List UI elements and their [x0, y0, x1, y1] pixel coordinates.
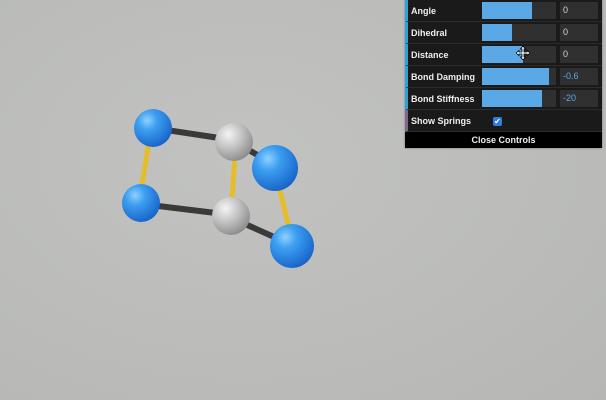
check-icon: ✔: [494, 117, 501, 126]
angle-slider[interactable]: [482, 2, 556, 19]
atom-gray[interactable]: [212, 197, 250, 235]
control-row-bond-damping: Bond Damping -0.6: [405, 66, 602, 88]
slider-fill: [482, 2, 533, 19]
atom-blue[interactable]: [134, 109, 172, 147]
slider-fill: [482, 68, 550, 85]
control-row-distance: Distance 0: [405, 44, 602, 66]
control-label: Show Springs: [411, 116, 472, 126]
close-controls-button[interactable]: Close Controls: [405, 132, 602, 148]
slider-fill: [482, 90, 542, 107]
bond-damping-input[interactable]: -0.6: [560, 68, 598, 85]
bond-damping-slider[interactable]: [482, 68, 556, 85]
atom-blue[interactable]: [252, 145, 298, 191]
dihedral-input[interactable]: 0: [560, 24, 598, 41]
control-label: Bond Stiffness: [411, 94, 475, 104]
dihedral-slider[interactable]: [482, 24, 556, 41]
control-label: Bond Damping: [411, 72, 475, 82]
spring-bond: [229, 152, 238, 202]
angle-input[interactable]: 0: [560, 2, 598, 19]
control-label: Dihedral: [411, 28, 448, 38]
control-row-angle: Angle 0: [405, 0, 602, 22]
control-row-show-springs: Show Springs ✔: [405, 110, 602, 132]
show-springs-checkbox[interactable]: ✔: [493, 117, 502, 126]
move-cursor-icon: [516, 46, 530, 60]
slider-fill: [482, 24, 512, 41]
control-label: Angle: [411, 6, 437, 16]
atom-blue[interactable]: [122, 184, 160, 222]
control-row-bond-stiffness: Bond Stiffness -20: [405, 88, 602, 110]
distance-input[interactable]: 0: [560, 46, 598, 63]
control-row-dihedral: Dihedral 0: [405, 22, 602, 44]
bond-stiffness-slider[interactable]: [482, 90, 556, 107]
atom-gray[interactable]: [215, 123, 253, 161]
bond-stiffness-input[interactable]: -20: [560, 90, 598, 107]
app-stage: Angle 0 Dihedral 0 Distance 0 Bond Dampi…: [0, 0, 606, 400]
controls-panel: Angle 0 Dihedral 0 Distance 0 Bond Dampi…: [405, 0, 602, 148]
atom-blue[interactable]: [270, 224, 314, 268]
spring-bond: [276, 183, 292, 231]
control-label: Distance: [411, 50, 449, 60]
